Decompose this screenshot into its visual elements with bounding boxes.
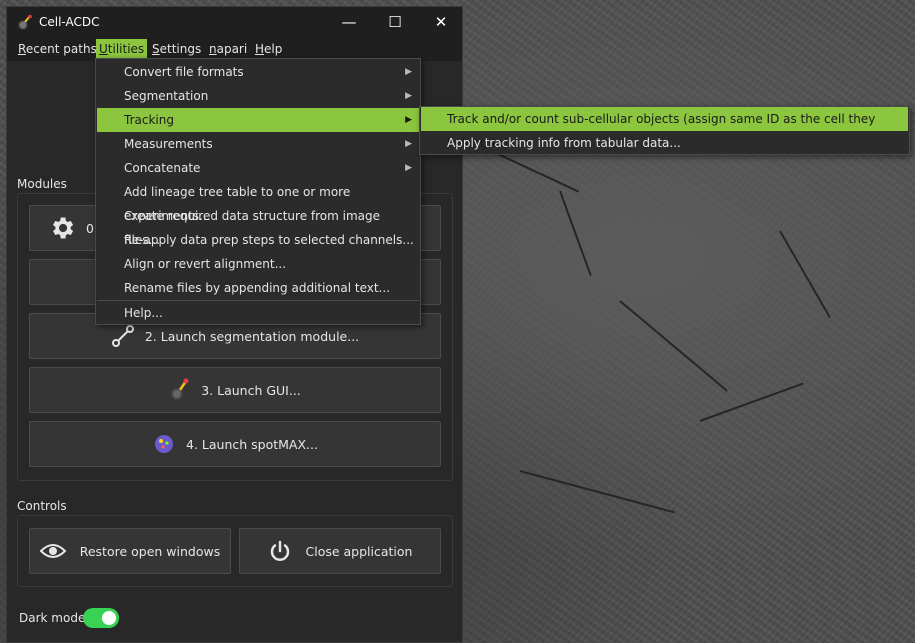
submenu-arrow-icon: ▶ bbox=[405, 163, 412, 173]
submenu-arrow-icon: ▶ bbox=[405, 115, 412, 125]
menu-item-reapply-data-prep[interactable]: Re-apply data prep steps to selected cha… bbox=[97, 228, 419, 252]
menu-item-label: Align or revert alignment... bbox=[124, 257, 287, 271]
maximize-button[interactable]: ☐ bbox=[372, 7, 418, 37]
menu-settings[interactable]: Settings bbox=[149, 39, 204, 59]
menu-label: ecent paths bbox=[25, 42, 97, 56]
modules-group-label: Modules bbox=[17, 177, 67, 191]
close-button[interactable]: ✕ bbox=[418, 7, 464, 37]
submenu-item-apply-tracking-info[interactable]: Apply tracking info from tabular data... bbox=[421, 131, 908, 155]
rock-crack bbox=[699, 382, 804, 422]
minimize-button[interactable]: — bbox=[326, 7, 372, 37]
close-icon: ✕ bbox=[434, 13, 448, 31]
cell-acdc-app-icon bbox=[18, 14, 32, 30]
controls-group-label: Controls bbox=[17, 499, 67, 513]
menu-item-label: Re-apply data prep steps to selected cha… bbox=[124, 233, 414, 247]
menu-mnemonic: U bbox=[99, 42, 108, 56]
segmentation-icon bbox=[111, 325, 134, 347]
submenu-arrow-icon: ▶ bbox=[405, 139, 412, 149]
menu-utilities[interactable]: Utilities bbox=[96, 39, 148, 59]
menu-item-label: Measurements bbox=[124, 137, 213, 151]
gui-icon bbox=[171, 378, 189, 400]
submenu-item-track-subcellular[interactable]: Track and/or count sub-cellular objects … bbox=[421, 107, 908, 150]
minimize-icon: — bbox=[341, 13, 357, 31]
menu-mnemonic: H bbox=[255, 42, 265, 56]
rock-crack bbox=[779, 230, 831, 319]
launch-spotmax-button[interactable]: 4. Launch spotMAX... bbox=[29, 421, 441, 467]
menu-item-label: Tracking bbox=[124, 113, 174, 127]
utilities-dropdown-menu: Convert file formats ▶ Segmentation ▶ Tr… bbox=[95, 58, 421, 325]
menu-item-align-revert[interactable]: Align or revert alignment... bbox=[97, 252, 419, 276]
menu-napari[interactable]: napari bbox=[206, 39, 250, 59]
menu-item-convert-file-formats[interactable]: Convert file formats ▶ bbox=[97, 60, 419, 84]
restore-label: Restore open windows bbox=[79, 543, 221, 559]
menu-item-label: Segmentation bbox=[124, 89, 209, 103]
module-button-label: 4. Launch spotMAX... bbox=[186, 436, 318, 452]
menu-mnemonic: S bbox=[152, 42, 160, 56]
module-button-label: 3. Launch GUI... bbox=[201, 382, 301, 398]
title-bar[interactable]: Cell-ACDC — ☐ ✕ bbox=[7, 7, 462, 37]
menu-item-label: Concatenate bbox=[124, 161, 201, 175]
menu-item-create-data-structure[interactable]: Create required data structure from imag… bbox=[97, 204, 419, 247]
menu-mnemonic: n bbox=[209, 42, 217, 56]
menu-item-rename-files[interactable]: Rename files by appending additional tex… bbox=[97, 276, 419, 300]
close-application-label: Close application bbox=[305, 543, 413, 559]
tracking-submenu: Track and/or count sub-cellular objects … bbox=[419, 106, 910, 155]
toggle-knob bbox=[102, 611, 116, 625]
submenu-arrow-icon: ▶ bbox=[405, 67, 412, 77]
menu-item-concatenate[interactable]: Concatenate ▶ bbox=[97, 156, 419, 180]
window-title: Cell-ACDC bbox=[39, 15, 100, 29]
menu-item-label: Rename files by appending additional tex… bbox=[124, 281, 391, 295]
menu-item-segmentation[interactable]: Segmentation ▶ bbox=[97, 84, 419, 108]
rock-crack bbox=[519, 470, 675, 514]
menu-item-add-lineage-tree[interactable]: Add lineage tree table to one or more ex… bbox=[97, 180, 419, 223]
menu-item-measurements[interactable]: Measurements ▶ bbox=[97, 132, 419, 156]
submenu-item-label: Apply tracking info from tabular data... bbox=[447, 136, 681, 150]
submenu-arrow-icon: ▶ bbox=[405, 91, 412, 101]
menu-label: apari bbox=[216, 42, 248, 56]
menu-label: ettings bbox=[159, 42, 202, 56]
rock-crack bbox=[619, 300, 728, 392]
dark-mode-label: Dark mode bbox=[19, 611, 86, 625]
eye-icon bbox=[39, 544, 66, 558]
menu-mnemonic: R bbox=[18, 42, 26, 56]
launch-gui-button[interactable]: 3. Launch GUI... bbox=[29, 367, 441, 413]
power-icon bbox=[270, 540, 289, 561]
menu-help[interactable]: Help bbox=[252, 39, 285, 59]
menu-item-label: Convert file formats bbox=[124, 65, 244, 79]
menu-recent-paths[interactable]: Recent paths bbox=[15, 39, 100, 59]
menu-item-label: Help... bbox=[124, 306, 163, 320]
gear-icon bbox=[53, 217, 74, 239]
module-button-label: 2. Launch segmentation module... bbox=[144, 328, 360, 344]
close-application-button[interactable]: Close application bbox=[239, 528, 441, 574]
menu-item-tracking[interactable]: Tracking ▶ bbox=[97, 108, 419, 132]
dark-mode-toggle[interactable] bbox=[83, 608, 119, 628]
spotmax-icon bbox=[155, 435, 174, 453]
menu-item-help[interactable]: Help... bbox=[97, 301, 419, 325]
maximize-icon: ☐ bbox=[388, 13, 402, 31]
restore-open-windows-button[interactable]: Restore open windows bbox=[29, 528, 231, 574]
menu-label: elp bbox=[264, 42, 283, 56]
rock-crack bbox=[559, 190, 592, 276]
menu-label: tilities bbox=[107, 42, 145, 56]
